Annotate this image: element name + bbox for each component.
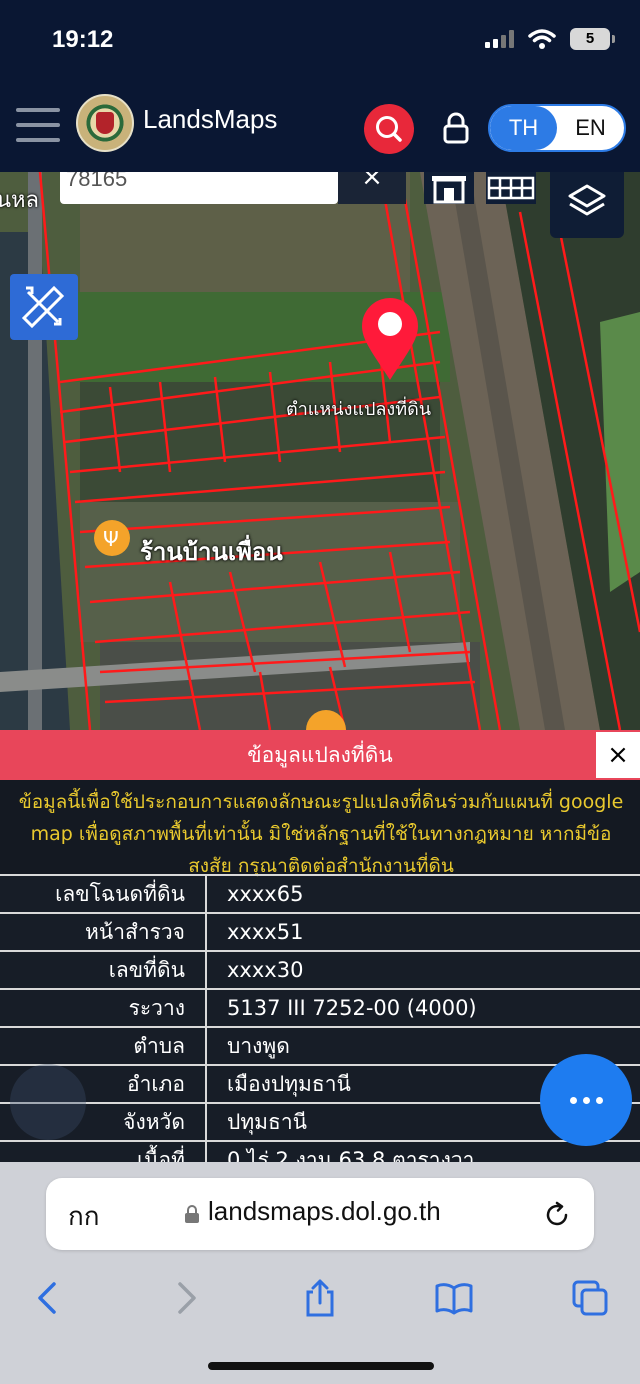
forward-icon[interactable]	[166, 1278, 206, 1318]
search-icon	[376, 116, 402, 142]
bookmarks-icon[interactable]	[434, 1278, 474, 1318]
back-icon[interactable]	[28, 1278, 68, 1318]
info-icon[interactable]	[10, 1064, 86, 1140]
menu-icon[interactable]	[16, 108, 60, 142]
tabs-icon[interactable]	[570, 1278, 610, 1318]
table-row: เลขที่ดิน xxxx30	[0, 950, 640, 989]
table-row: หน้าสำรวจ xxxx51	[0, 912, 640, 951]
grid-icon	[487, 176, 535, 200]
map-tool-button[interactable]	[424, 172, 474, 204]
text-size-button[interactable]: กก	[68, 1196, 99, 1237]
browser-nav-row	[0, 1268, 640, 1328]
share-icon[interactable]	[300, 1278, 340, 1318]
parcel-info-header: ข้อมูลแปลงที่ดิน ×	[0, 730, 640, 780]
parcel-search-value: 78165	[66, 172, 128, 191]
status-bar: 19:12 5	[0, 0, 640, 88]
map-view[interactable]: Ψ นหล 78165 × ตำแหน่งแปลงที่ดิน ร้านบ้าน…	[0, 172, 640, 730]
home-indicator	[208, 1362, 434, 1370]
app-header: LandsMaps TH EN	[0, 88, 640, 172]
table-row: เลขโฉนดที่ดิน xxxx65	[0, 874, 640, 913]
disclaimer-text: ข้อมูลนี้เพื่อใช้ประกอบการแสดงลักษณะรูปแ…	[0, 780, 640, 877]
field-label: เลขโฉนดที่ดิน	[0, 874, 207, 913]
app-title: LandsMaps	[143, 104, 278, 134]
field-value: xxxx30	[206, 950, 640, 989]
language-toggle[interactable]: TH EN	[488, 104, 626, 152]
clock: 19:12	[52, 26, 114, 53]
system-icons: 5	[485, 28, 615, 50]
shop-label: ร้านบ้านเพื่อน	[140, 538, 283, 566]
cellular-signal-icon	[485, 30, 514, 48]
reload-icon[interactable]	[542, 1200, 572, 1230]
battery-icon: 5	[570, 28, 615, 50]
field-label: เลขที่ดิน	[0, 950, 207, 989]
measure-tool-button[interactable]	[10, 274, 78, 340]
svg-text:Ψ: Ψ	[103, 527, 119, 551]
map-grid-button[interactable]	[486, 172, 536, 204]
satellite-map: Ψ	[0, 172, 640, 730]
search-button[interactable]	[364, 104, 414, 154]
close-info-button[interactable]: ×	[596, 732, 640, 778]
dol-logo	[76, 94, 134, 152]
layers-button[interactable]	[550, 172, 624, 238]
more-dots-icon	[540, 1054, 632, 1146]
parcel-location-label: ตำแหน่งแปลงที่ดิน	[286, 399, 432, 420]
parcel-search-input[interactable]: 78165	[60, 172, 338, 204]
field-label: หน้าสำรวจ	[0, 912, 207, 951]
field-value: xxxx65	[206, 874, 640, 913]
field-label: ตำบล	[0, 1026, 207, 1065]
ruler-pencil-icon	[21, 285, 65, 329]
field-label: เนื้อที่	[0, 1140, 207, 1162]
wifi-icon	[528, 29, 556, 49]
field-label: ระวาง	[0, 988, 207, 1027]
search-clear-button[interactable]: ×	[338, 172, 406, 204]
lang-en-button[interactable]: EN	[557, 106, 624, 150]
parcel-info-title: ข้อมูลแปลงที่ดิน	[247, 743, 393, 767]
lang-th-button[interactable]: TH	[490, 106, 557, 150]
field-value: 5137 III 7252-00 (4000)	[206, 988, 640, 1027]
building-icon	[432, 176, 466, 204]
more-options-button[interactable]	[540, 1054, 632, 1146]
map-place-label: นหล	[0, 188, 40, 213]
address-bar[interactable]: กก landsmaps.dol.go.th	[46, 1178, 594, 1250]
secure-lock-icon	[185, 1205, 199, 1223]
lock-icon[interactable]	[440, 110, 472, 146]
field-value: xxxx51	[206, 912, 640, 951]
layers-icon	[568, 184, 606, 216]
browser-toolbar: กก landsmaps.dol.go.th	[0, 1162, 640, 1384]
table-row: ระวาง 5137 III 7252-00 (4000)	[0, 988, 640, 1027]
url-text: landsmaps.dol.go.th	[208, 1196, 441, 1226]
